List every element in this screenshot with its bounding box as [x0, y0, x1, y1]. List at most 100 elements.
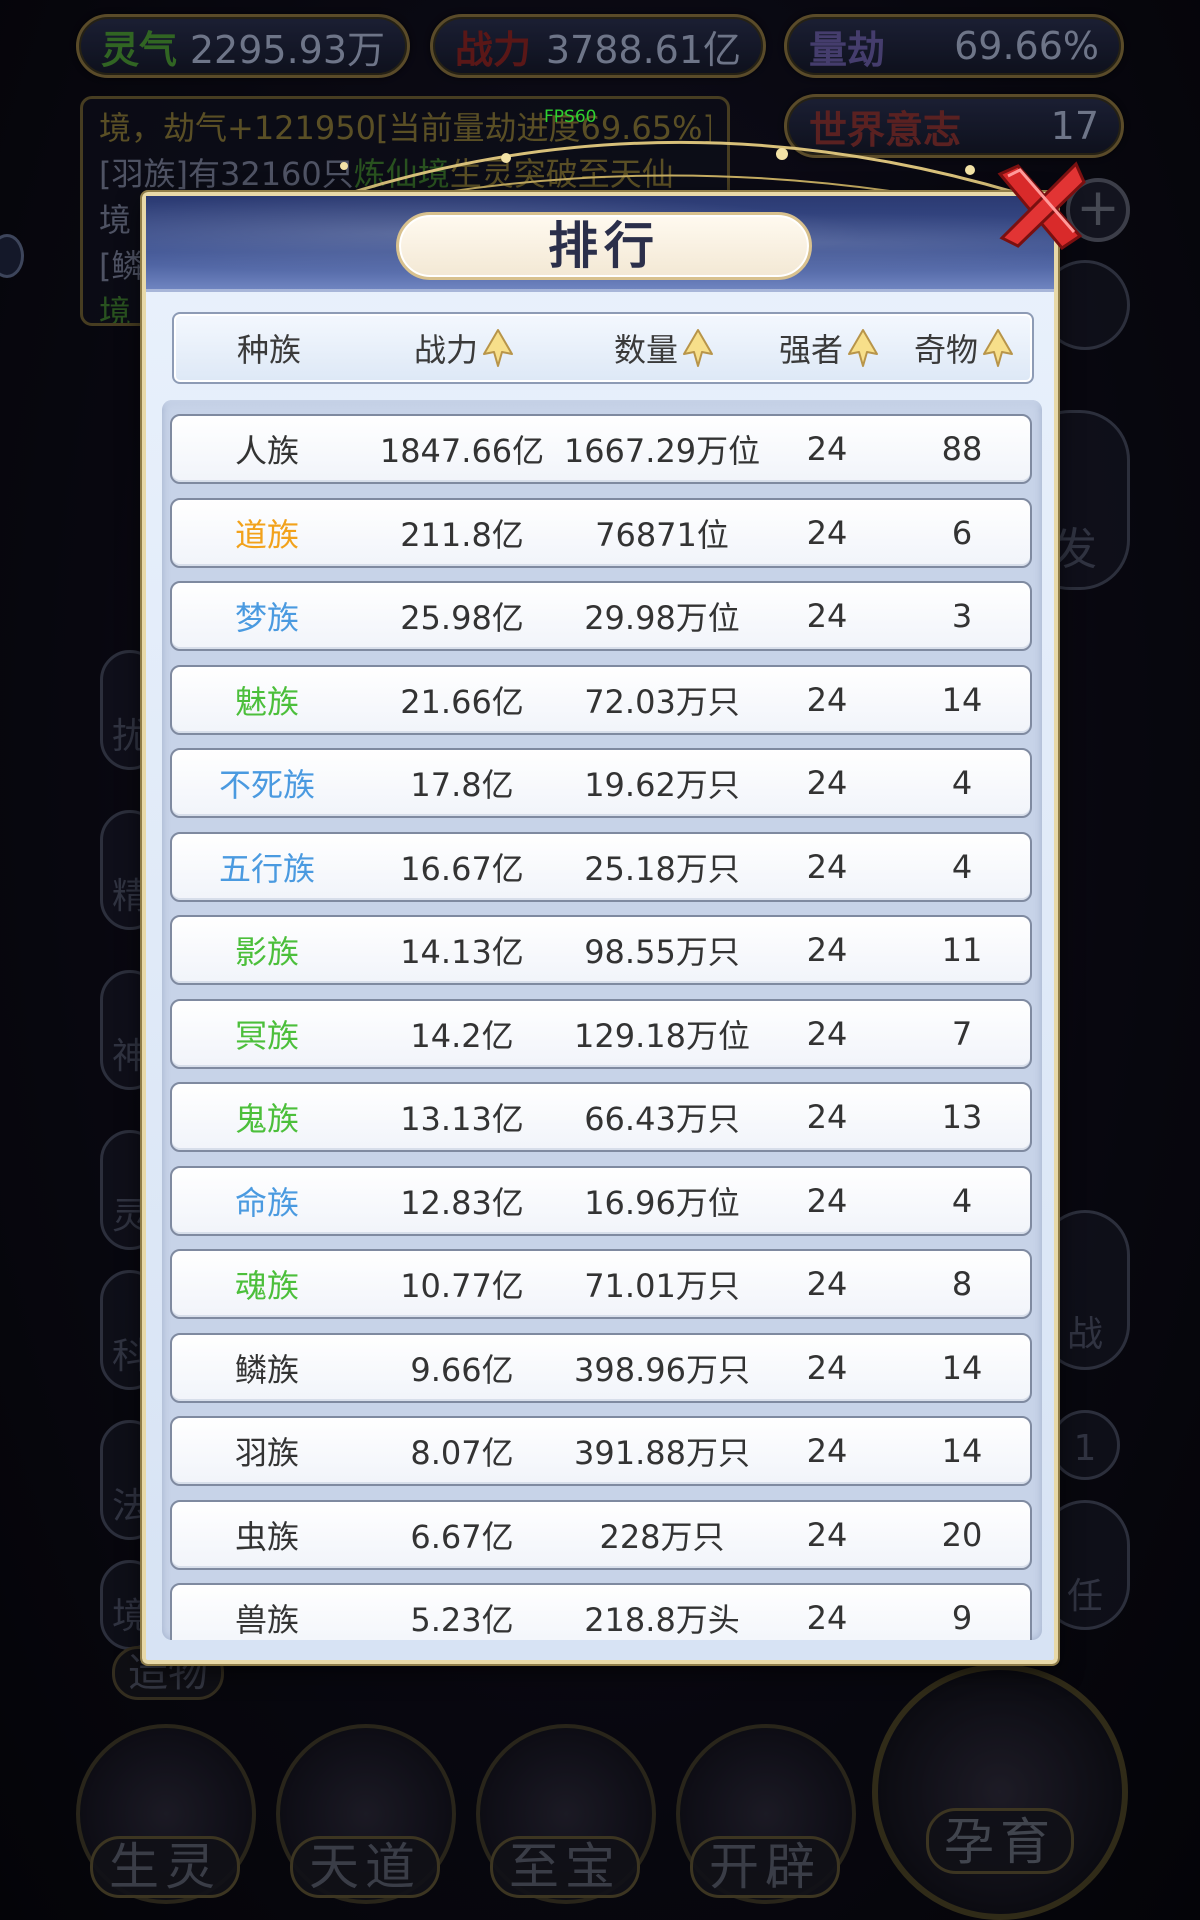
table-row[interactable]: 魂族 10.77亿 71.01万只 24 8 [170, 1249, 1032, 1319]
sort-by-treasure-button[interactable]: 奇物 [894, 314, 1034, 382]
race-name: 人族 [234, 432, 299, 470]
race-name: 五行族 [218, 849, 315, 888]
column-header-race: 种族 [174, 314, 364, 382]
count-value: 228万只 [599, 1517, 725, 1556]
strong-value: 24 [806, 513, 848, 552]
power-value: 6.67亿 [410, 1517, 514, 1556]
treasure-value: 9 [951, 1599, 973, 1637]
strong-value: 24 [806, 847, 848, 886]
race-name: 鳞族 [234, 1350, 299, 1389]
race-name: 不死族 [218, 766, 315, 804]
race-name: 命族 [234, 1183, 299, 1222]
count-value: 66.43万只 [584, 1100, 740, 1138]
table-row[interactable]: 鬼族 13.13亿 66.43万只 24 13 [170, 1082, 1032, 1152]
strong-value: 24 [806, 1014, 848, 1053]
race-name: 鬼族 [234, 1100, 299, 1138]
count-value: 29.98万位 [584, 599, 740, 637]
count-value: 1667.29万位 [563, 432, 761, 470]
ranking-modal: 排行 种族 战力 数量 强者 奇物 人族 1847.66亿 1667.29万位 … [142, 192, 1058, 1664]
list-fade [162, 400, 1042, 410]
count-value: 76871位 [595, 515, 729, 554]
treasure-value: 11 [941, 931, 983, 969]
table-row[interactable]: 道族 211.8亿 76871位 24 6 [170, 497, 1032, 568]
count-value: 71.01万只 [584, 1267, 740, 1305]
strong-value: 24 [806, 1348, 848, 1387]
column-header-treasure-label: 奇物 [913, 331, 978, 369]
count-value: 25.18万只 [584, 849, 740, 888]
strong-value: 24 [806, 764, 848, 802]
sort-arrow-icon [683, 329, 713, 367]
power-value: 12.83亿 [400, 1183, 524, 1222]
race-name: 兽族 [234, 1601, 299, 1639]
table-row[interactable]: 魅族 21.66亿 72.03万只 24 14 [170, 664, 1032, 735]
power-value: 16.67亿 [400, 849, 524, 888]
power-value: 17.8亿 [410, 766, 514, 804]
count-value: 129.18万位 [574, 1016, 750, 1055]
strong-value: 24 [806, 1181, 848, 1220]
sort-by-strong-button[interactable]: 强者 [764, 314, 894, 382]
treasure-value: 4 [951, 1181, 973, 1220]
race-name: 道族 [234, 515, 299, 554]
column-header-strong-label: 强者 [778, 331, 843, 369]
power-value: 1847.66亿 [379, 432, 545, 470]
power-value: 211.8亿 [400, 515, 524, 554]
sort-arrow-icon [848, 329, 878, 367]
power-value: 25.98亿 [400, 599, 524, 637]
column-header-race-label: 种族 [236, 331, 301, 369]
power-value: 8.07亿 [410, 1434, 514, 1472]
table-row[interactable]: 不死族 17.8亿 19.62万只 24 4 [170, 748, 1032, 818]
sort-by-power-button[interactable]: 战力 [364, 314, 564, 382]
table-row[interactable]: 梦族 25.98亿 29.98万位 24 3 [170, 581, 1032, 651]
race-name: 魂族 [234, 1267, 299, 1305]
ranking-list[interactable]: 人族 1847.66亿 1667.29万位 24 88 道族 211.8亿 76871位 24 6… [162, 400, 1042, 1640]
treasure-value: 7 [951, 1014, 973, 1053]
race-name: 冥族 [234, 1016, 299, 1055]
table-row[interactable]: 虫族 6.67亿 228万只 24 20 [170, 1499, 1032, 1570]
treasure-value: 14 [941, 1348, 983, 1387]
treasure-value: 14 [941, 1432, 983, 1470]
count-value: 391.88万只 [574, 1434, 750, 1472]
treasure-value: 88 [941, 430, 983, 468]
modal-title: 排行 [396, 212, 812, 280]
count-value: 398.96万只 [574, 1350, 750, 1389]
treasure-value: 3 [951, 597, 973, 635]
count-value: 19.62万只 [584, 766, 740, 804]
sort-arrow-icon [483, 329, 513, 367]
sort-arrow-icon [983, 329, 1013, 367]
column-header-count-label: 数量 [613, 331, 678, 369]
treasure-value: 20 [941, 1515, 983, 1554]
power-value: 14.2亿 [410, 1016, 514, 1055]
count-value: 98.55万只 [584, 933, 740, 971]
fps-counter: FPS60 [544, 107, 597, 127]
power-value: 13.13亿 [400, 1100, 524, 1138]
power-value: 14.13亿 [400, 933, 524, 971]
count-value: 16.96万位 [584, 1183, 740, 1222]
treasure-value: 4 [951, 847, 973, 886]
strong-value: 24 [806, 597, 848, 635]
table-row[interactable]: 冥族 14.2亿 129.18万位 24 7 [170, 998, 1032, 1069]
power-value: 5.23亿 [410, 1601, 514, 1639]
close-icon[interactable] [990, 156, 1090, 256]
power-value: 21.66亿 [400, 682, 524, 721]
treasure-value: 6 [951, 513, 973, 552]
table-row[interactable]: 影族 14.13亿 98.55万只 24 11 [170, 915, 1032, 985]
table-row[interactable]: 命族 12.83亿 16.96万位 24 4 [170, 1165, 1032, 1236]
table-row[interactable]: 兽族 5.23亿 218.8万头 24 9 [170, 1583, 1032, 1640]
strong-value: 24 [806, 1515, 848, 1554]
treasure-value: 14 [941, 680, 983, 719]
table-row[interactable]: 羽族 8.07亿 391.88万只 24 14 [170, 1416, 1032, 1486]
strong-value: 24 [806, 1098, 848, 1136]
power-value: 10.77亿 [400, 1267, 524, 1305]
count-value: 72.03万只 [584, 682, 740, 721]
strong-value: 24 [806, 1599, 848, 1637]
column-header-power-label: 战力 [413, 331, 478, 369]
treasure-value: 8 [951, 1265, 973, 1303]
table-row[interactable]: 鳞族 9.66亿 398.96万只 24 14 [170, 1332, 1032, 1403]
race-name: 羽族 [234, 1434, 299, 1472]
table-row[interactable]: 人族 1847.66亿 1667.29万位 24 88 [170, 414, 1032, 484]
sort-by-count-button[interactable]: 数量 [564, 314, 764, 382]
race-name: 梦族 [234, 599, 299, 637]
table-row[interactable]: 五行族 16.67亿 25.18万只 24 4 [170, 831, 1032, 902]
strong-value: 24 [806, 931, 848, 969]
treasure-value: 4 [951, 764, 973, 802]
